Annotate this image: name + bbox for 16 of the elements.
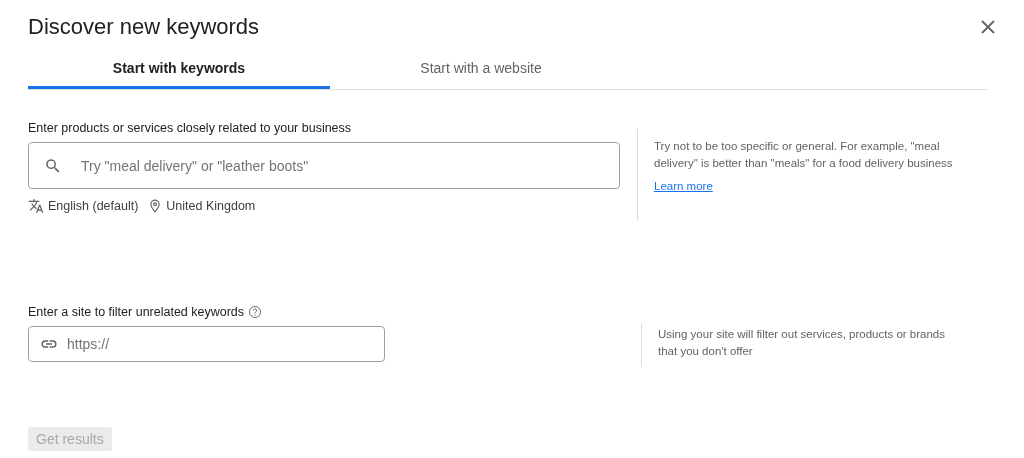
search-field[interactable]: Try "meal delivery" or "leather boots" — [28, 142, 620, 189]
help-icon[interactable] — [248, 305, 263, 319]
tab[interactable]: Start with a website — [330, 49, 632, 89]
url-field[interactable]: https:// — [28, 326, 385, 362]
learn-more-link[interactable]: Learn more — [654, 178, 713, 195]
translate-icon — [28, 198, 44, 214]
search-icon — [44, 156, 62, 175]
tab[interactable]: Start with keywords — [28, 49, 330, 89]
location-pin-icon — [148, 199, 163, 213]
language-setting[interactable]: English (default) — [48, 199, 139, 213]
help-text: Using your site will filter out services, products or brands that you don't offer — [658, 327, 946, 359]
location-setting[interactable]: United Kingdom — [166, 199, 256, 213]
field-label: Enter a site to filter unrelated keywords — [28, 305, 245, 319]
field-label: Enter products or services closely related to your business — [28, 121, 352, 135]
help-text: Try not to be too specific or general. For example, "meal delivery" is better than "meals" for a food delivery business — [654, 139, 954, 171]
dialog-title: Discover new keywords — [28, 14, 260, 40]
